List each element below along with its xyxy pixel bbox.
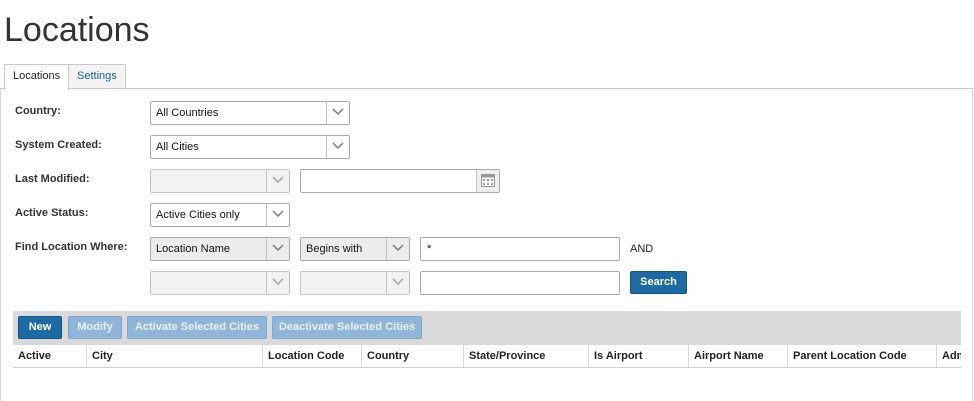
find-operator-select-value: Begins with [306,243,363,255]
tab-locations[interactable]: Locations [4,64,70,90]
new-button[interactable]: New [18,316,62,339]
system-created-dropdown-button[interactable] [326,136,349,158]
country-label: Country: [15,105,61,117]
panel-border [0,88,1,401]
activate-selected-button[interactable]: Activate Selected Cities [127,316,267,339]
panel-border [972,88,973,401]
system-created-select-value: All Cities [156,141,199,153]
country-select[interactable]: All Countries [150,101,350,125]
column-header-adm[interactable]: Adm [936,345,961,367]
active-status-label: Active Status: [15,207,89,219]
active-status-select-value: Active Cities only [156,209,240,221]
country-dropdown-button[interactable] [326,102,349,124]
chevron-down-icon [392,244,404,252]
column-header-parent-location-code[interactable]: Parent Location Code [787,345,937,367]
chevron-down-icon [272,278,284,286]
tab-settings[interactable]: Settings [68,64,126,89]
last-modified-select[interactable] [150,169,290,193]
column-header-location-code[interactable]: Location Code [262,345,362,367]
last-modified-label: Last Modified: [15,173,90,185]
find-field-select-2[interactable] [150,271,290,295]
system-created-select[interactable]: All Cities [150,135,350,159]
chevron-down-icon [392,278,404,286]
column-header-state-province[interactable]: State/Province [463,345,589,367]
find-location-label: Find Location Where: [15,241,128,253]
find-field-2-dropdown-button[interactable] [266,272,289,294]
chevron-down-icon [332,108,344,116]
active-status-dropdown-button[interactable] [266,204,289,226]
active-status-select[interactable]: Active Cities only [150,203,290,227]
chevron-down-icon [272,244,284,252]
chevron-down-icon [272,176,284,184]
grid-header: Active City Location Code Country State/… [13,345,961,368]
calendar-button[interactable] [476,170,499,192]
column-header-airport-name[interactable]: Airport Name [688,345,788,367]
system-created-label: System Created: [15,139,102,151]
tabs-divider [0,88,974,89]
find-value-input-2[interactable] [420,271,620,295]
chevron-down-icon [272,210,284,218]
calendar-icon [481,174,495,187]
last-modified-dropdown-button[interactable] [266,170,289,192]
column-header-active[interactable]: Active [13,345,85,367]
find-operator-select[interactable]: Begins with [300,237,410,261]
find-value-input[interactable]: * [420,237,620,261]
find-field-select-value: Location Name [156,243,230,255]
deactivate-selected-button[interactable]: Deactivate Selected Cities [272,316,422,339]
find-field-select[interactable]: Location Name [150,237,290,261]
find-field-dropdown-button[interactable] [266,238,289,260]
find-operator-dropdown-button[interactable] [386,238,409,260]
search-button[interactable]: Search [630,271,687,294]
find-operator-select-2[interactable] [300,271,410,295]
column-header-city[interactable]: City [86,345,263,367]
last-modified-date-field[interactable] [300,169,500,193]
page-title: Locations [4,11,150,49]
column-header-is-airport[interactable]: Is Airport [588,345,689,367]
find-operator-2-dropdown-button[interactable] [386,272,409,294]
and-label: AND [630,243,654,255]
country-select-value: All Countries [156,107,219,119]
modify-button[interactable]: Modify [68,316,122,339]
chevron-down-icon [332,142,344,150]
column-header-country[interactable]: Country [361,345,464,367]
